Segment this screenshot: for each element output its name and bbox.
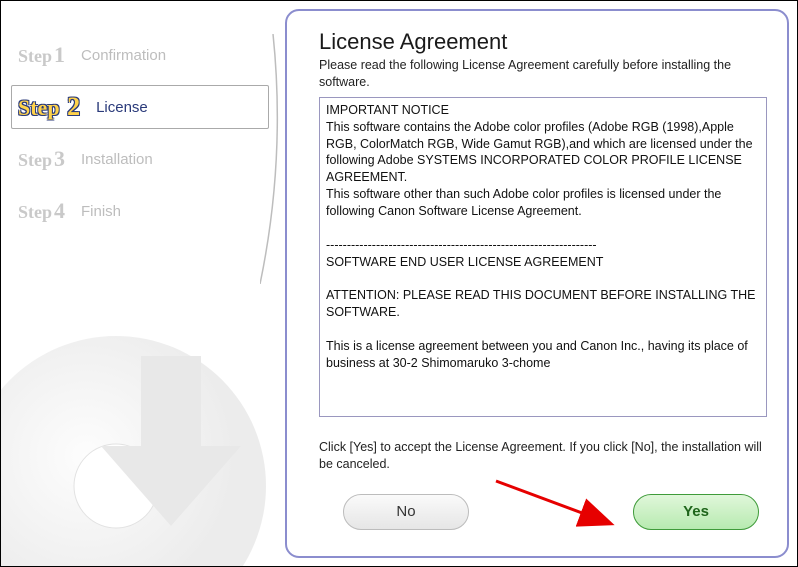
step-confirmation: Step1 Confirmation	[11, 33, 269, 77]
step-label: Installation	[81, 151, 153, 168]
wizard-sidebar: Step1 Confirmation Step 2 License Step3 …	[1, 1, 279, 566]
button-row: No Yes	[319, 494, 767, 530]
step-finish: Step4 Finish	[11, 189, 269, 233]
step-license: Step 2 License	[11, 85, 269, 129]
page-subtitle: Please read the following License Agreem…	[319, 57, 767, 91]
license-textarea[interactable]: IMPORTANT NOTICE This software contains …	[319, 97, 767, 417]
step-label: Confirmation	[81, 47, 166, 64]
main-panel: License Agreement Please read the follow…	[285, 9, 789, 558]
no-button[interactable]: No	[343, 494, 469, 530]
yes-button[interactable]: Yes	[633, 494, 759, 530]
page-title: License Agreement	[319, 29, 767, 55]
step-installation: Step3 Installation	[11, 137, 269, 181]
step-label: Finish	[81, 203, 121, 220]
step-label: License	[96, 99, 148, 116]
instruction-text: Click [Yes] to accept the License Agreem…	[319, 439, 767, 474]
